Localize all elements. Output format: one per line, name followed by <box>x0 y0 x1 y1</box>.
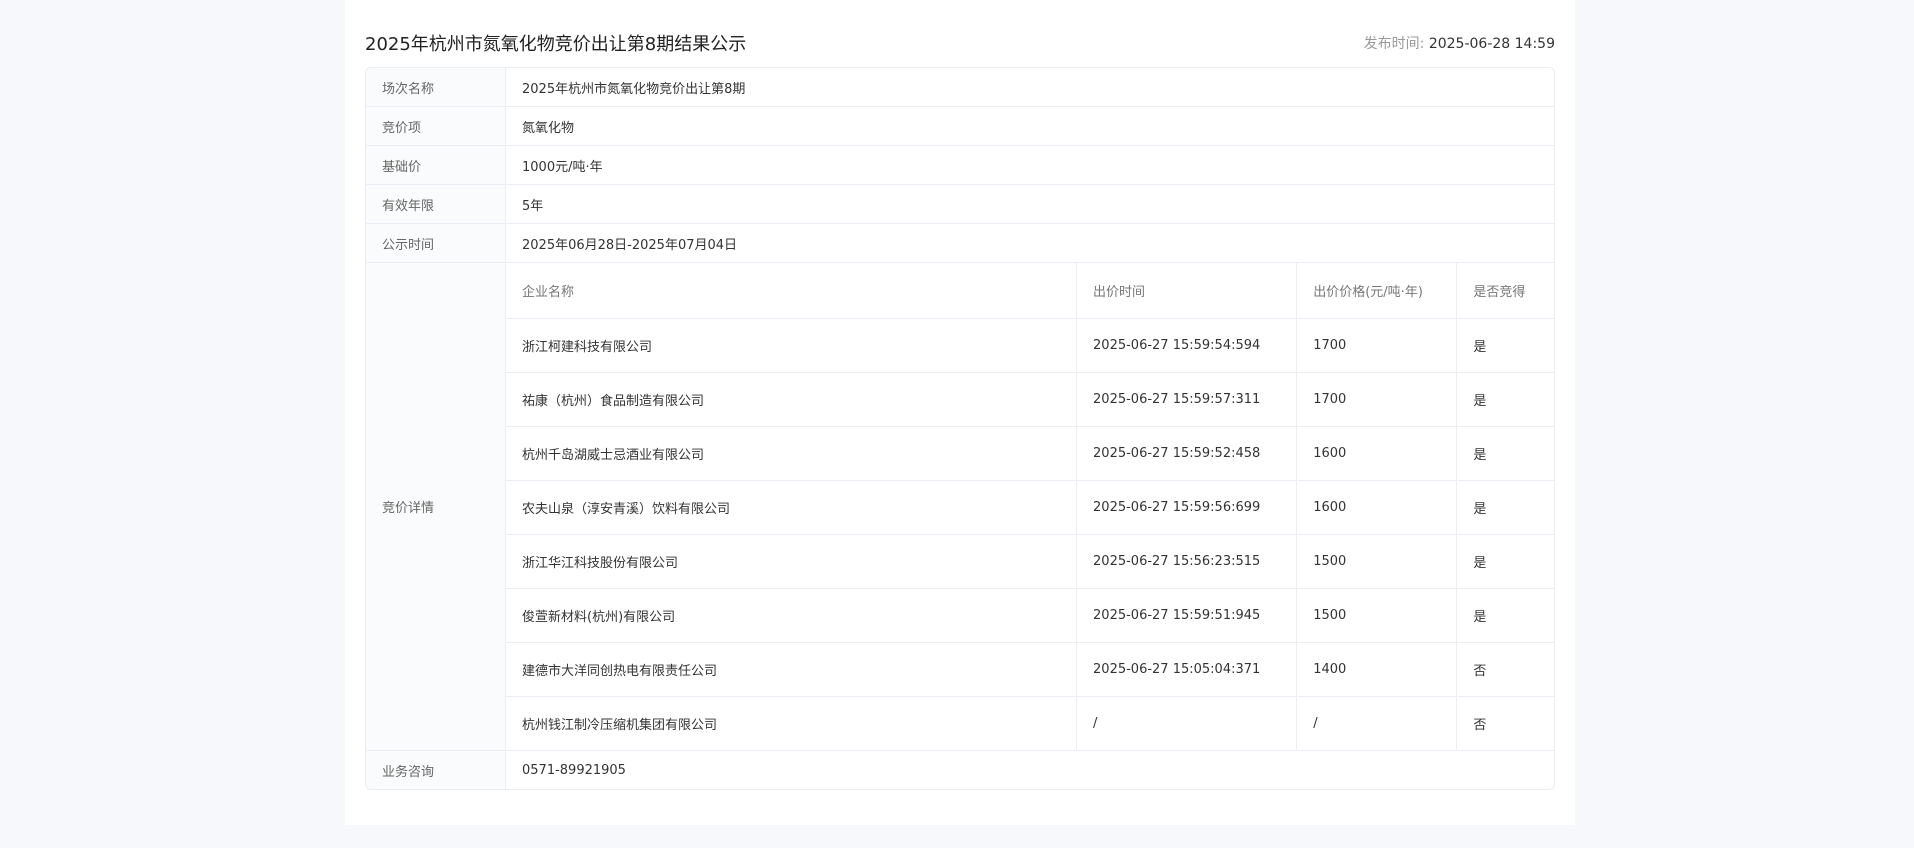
table-row: 祐康（杭州）食品制造有限公司 2025-06-27 15:59:57:311 1… <box>506 372 1554 427</box>
info-row-bid-details: 竞价详情 企业名称 出价时间 出价价格(元/吨·年) 是否竞得 浙江柯建科技有限… <box>366 263 1554 751</box>
column-header-won: 是否竞得 <box>1456 263 1554 319</box>
validity-label: 有效年限 <box>366 185 506 223</box>
info-row-base-price: 基础价 1000元/吨·年 <box>366 146 1554 185</box>
company-name: 建德市大洋同创热电有限责任公司 <box>506 642 1078 697</box>
column-header-company: 企业名称 <box>506 263 1078 319</box>
bid-price: 1500 <box>1296 534 1458 589</box>
table-row: 建德市大洋同创热电有限责任公司 2025-06-27 15:05:04:371 … <box>506 642 1554 697</box>
session-label: 场次名称 <box>366 68 506 106</box>
company-name: 祐康（杭州）食品制造有限公司 <box>506 372 1078 427</box>
bid-time: 2025-06-27 15:59:51:945 <box>1076 588 1298 643</box>
column-header-bid-price: 出价价格(元/吨·年) <box>1296 263 1458 319</box>
won-status: 否 <box>1473 717 1487 733</box>
info-row-item: 竞价项 氮氧化物 <box>366 107 1554 146</box>
table-row: 杭州千岛湖威士忌酒业有限公司 2025-06-27 15:59:52:458 1… <box>506 426 1554 481</box>
bid-time: 2025-06-27 15:59:56:699 <box>1076 480 1298 535</box>
won-status: 是 <box>1456 588 1554 643</box>
notice-period-label: 公示时间 <box>366 224 506 262</box>
base-price-value: 1000元/吨·年 <box>522 159 603 175</box>
bid-time: 2025-06-27 15:59:52:458 <box>1076 426 1298 481</box>
bid-time: 2025-06-27 15:56:23:515 <box>1076 534 1298 589</box>
table-row: 浙江柯建科技有限公司 2025-06-27 15:59:54:594 1700 … <box>506 318 1554 373</box>
item-value: 氮氧化物 <box>522 120 575 136</box>
info-row-validity: 有效年限 5年 <box>366 185 1554 224</box>
bid-price: / <box>1296 696 1458 750</box>
consult-label: 业务咨询 <box>366 751 506 789</box>
bid-table-header-row: 企业名称 出价时间 出价价格(元/吨·年) 是否竞得 <box>506 263 1554 319</box>
won-status: 是 <box>1456 480 1554 535</box>
bid-price: 1600 <box>1296 480 1458 535</box>
session-value: 2025年杭州市氮氧化物竞价出让第8期 <box>522 81 746 97</box>
bid-time: 2025-06-27 15:05:04:371 <box>1076 642 1298 697</box>
page-title: 2025年杭州市氮氧化物竞价出让第8期结果公示 <box>365 34 747 55</box>
info-row-consult: 业务咨询 0571-89921905 <box>366 751 1554 789</box>
company-name: 杭州钱江制冷压缩机集团有限公司 <box>506 696 1078 750</box>
publish-time: 发布时间: 2025-06-28 14:59 <box>1364 33 1555 53</box>
validity-value: 5年 <box>522 198 544 214</box>
publish-time-value: 2025-06-28 14:59 <box>1428 36 1555 52</box>
bid-price: 1600 <box>1296 426 1458 481</box>
won-status: 是 <box>1456 426 1554 481</box>
company-name: 浙江柯建科技有限公司 <box>506 318 1078 373</box>
bid-details-label: 竞价详情 <box>366 263 506 750</box>
announcement-header: 2025年杭州市氮氧化物竞价出让第8期结果公示 发布时间: 2025-06-28… <box>365 28 1555 58</box>
item-label: 竞价项 <box>366 107 506 145</box>
bid-price: 1500 <box>1296 588 1458 643</box>
column-header-bid-time: 出价时间 <box>1076 263 1298 319</box>
bid-time: 2025-06-27 15:59:54:594 <box>1076 318 1298 373</box>
table-row: 浙江华江科技股份有限公司 2025-06-27 15:56:23:515 150… <box>506 534 1554 589</box>
bid-time: 2025-06-27 15:59:57:311 <box>1076 372 1298 427</box>
publish-time-label: 发布时间: <box>1363 36 1425 52</box>
bid-price: 1700 <box>1296 318 1458 373</box>
table-row: 杭州钱江制冷压缩机集团有限公司 / / 否 <box>506 696 1554 750</box>
info-row-notice-period: 公示时间 2025年06月28日-2025年07月04日 <box>366 224 1554 263</box>
won-status: 否 <box>1456 642 1554 697</box>
consult-phone: 0571-89921905 <box>522 762 626 778</box>
company-name: 农夫山泉（淳安青溪）饮料有限公司 <box>506 480 1078 535</box>
won-status: 是 <box>1456 318 1554 373</box>
announcement-page: 2025年杭州市氮氧化物竞价出让第8期结果公示 发布时间: 2025-06-28… <box>345 0 1575 825</box>
bid-price: 1700 <box>1296 372 1458 427</box>
company-name: 杭州千岛湖威士忌酒业有限公司 <box>506 426 1078 481</box>
result-info-card: 场次名称 2025年杭州市氮氧化物竞价出让第8期 竞价项 氮氧化物 基础价 10… <box>365 67 1555 790</box>
info-row-session: 场次名称 2025年杭州市氮氧化物竞价出让第8期 <box>366 68 1554 107</box>
won-status: 是 <box>1456 372 1554 427</box>
won-status: 是 <box>1456 534 1554 589</box>
bid-details-table: 企业名称 出价时间 出价价格(元/吨·年) 是否竞得 浙江柯建科技有限公司 20… <box>506 263 1554 750</box>
table-row: 俊萱新材料(杭州)有限公司 2025-06-27 15:59:51:945 15… <box>506 588 1554 643</box>
company-name: 浙江华江科技股份有限公司 <box>506 534 1078 589</box>
bid-price: 1400 <box>1296 642 1458 697</box>
base-price-label: 基础价 <box>366 146 506 184</box>
notice-period-value: 2025年06月28日-2025年07月04日 <box>522 237 738 253</box>
bid-time: / <box>1076 696 1298 750</box>
table-row: 农夫山泉（淳安青溪）饮料有限公司 2025-06-27 15:59:56:699… <box>506 480 1554 535</box>
company-name: 俊萱新材料(杭州)有限公司 <box>506 588 1078 643</box>
